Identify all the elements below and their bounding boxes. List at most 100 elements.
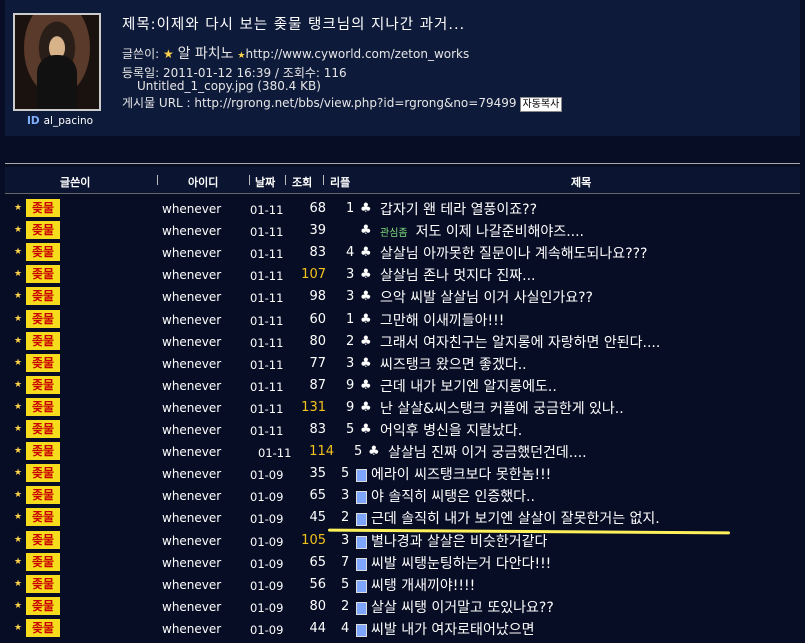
row-title[interactable]: 근데 솔직히 내가 보기엔 살살이 잘못한거는 없지. [371,508,660,528]
nick-badge[interactable]: 좆물 [26,530,60,549]
author-name[interactable]: 알 파치노 [178,46,234,62]
row-title[interactable]: 갑자기 왠 테라 열풍이죠?? [380,199,537,219]
nick-badge[interactable]: 좆물 [26,243,60,262]
table-row[interactable]: ★ 좆물 whenever 01-09 56 5 씨탱 개새끼야!!!! [0,574,805,596]
table-row[interactable]: ★ 좆물 whenever 01-11 77 3 ♣ 씨즈탱크 왔으면 좋겠다.. [0,353,805,375]
table-row[interactable]: ★ 좆물 whenever 01-11 80 2 ♣ 그래서 여자친구는 알지롱에 자랑하면 … [0,331,805,353]
row-title[interactable]: 별나경과 살살은 비슷한거같다 [371,531,547,551]
col-views: 조회 [292,176,313,189]
nick-badge[interactable]: 좆물 [26,265,60,284]
row-user-id[interactable]: whenever [162,290,221,304]
row-title[interactable]: 근데 내가 보기엔 알지롱에도.. [380,376,557,396]
table-row[interactable]: ★ 좆물 whenever 01-11 87 9 ♣ 근데 내가 보기엔 알지롱에도.. [0,375,805,397]
row-date: 01-11 [250,269,284,284]
row-user-id[interactable]: whenever [162,556,221,570]
nick-badge[interactable]: 좆물 [26,508,60,527]
row-title[interactable]: 난 살살&씨스탱크 커플에 궁금한게 있나.. [380,398,624,418]
nick-badge[interactable]: 좆물 [26,574,60,593]
row-user-id[interactable]: whenever [162,534,221,548]
row-user-id[interactable]: whenever [162,423,221,437]
level-star-icon: ★ [14,247,23,258]
row-title[interactable]: 씨탱 개새끼야!!!! [371,575,475,595]
copy-url-button[interactable]: 자동복사 [519,97,563,112]
nick-badge[interactable]: 좆물 [26,199,60,217]
row-title[interactable]: 살살님 아까못한 질문이나 계속해도되나요??? [380,243,647,263]
row-title[interactable]: 어익후 병신을 지랄났다. [380,420,522,440]
row-title[interactable]: 야 솔직히 씨탱은 인증했다.. [371,486,535,506]
row-title-text: 에라이 씨즈탱크보다 못한놈!!! [371,467,552,484]
row-title[interactable]: 에라이 씨즈탱크보다 못한놈!!! [371,464,551,484]
row-user-id[interactable]: whenever [162,489,221,503]
nick-badge[interactable]: 좆물 [26,618,60,637]
row-user-id[interactable]: whenever [162,578,221,592]
row-title[interactable]: 씨발 씨탱눈팅하는거 다안다!!! [371,553,551,573]
row-user-id[interactable]: whenever [162,467,221,481]
row-user-id[interactable]: whenever [162,313,221,327]
nick-badge[interactable]: 좆물 [26,375,60,394]
table-row[interactable]: ★ 좆물 whenever 01-11 39 ♣ 관심좀 저도 이제 나갈준비해야즈.... [0,220,805,242]
row-title[interactable]: 씨발 내가 여자로태어났으면 [371,619,534,639]
nick-badge[interactable]: 좆물 [26,221,60,240]
row-user-id[interactable]: whenever [162,379,221,393]
table-row[interactable]: ★ 좆물 whenever 01-11 114 5 ♣ 살살님 진짜 이거 궁금했던건데...… [0,441,805,463]
row-date: 01-09 [250,578,284,593]
row-title[interactable]: 그만해 이새끼들아!!! [380,310,504,330]
row-title[interactable]: 씨즈탱크 왔으면 좋겠다.. [380,354,527,374]
row-user-id[interactable]: whenever [162,202,221,216]
table-row[interactable]: ★ 좆물 whenever 01-09 65 7 씨발 씨탱눈팅하는거 다안다!!! [0,552,805,574]
table-row[interactable]: ★ 좆물 whenever 01-11 83 5 ♣ 어익후 병신을 지랄났다. [0,419,805,441]
nick-badge[interactable]: 좆물 [26,442,60,461]
table-row[interactable]: ★ 좆물 whenever 01-11 98 3 ♣ 으악 씨발 살살님 이거 사실인가요?? [0,286,805,308]
nick-badge[interactable]: 좆물 [26,486,60,505]
table-row[interactable]: ★ 좆물 whenever 01-11 83 4 ♣ 살살님 아까못한 질문이나 계속해도되나… [0,242,805,264]
table-row[interactable]: ★ 좆물 whenever 01-09 65 3 야 솔직히 씨탱은 인증했다.. [0,485,805,507]
row-replies: 2 [341,598,350,614]
row-title[interactable]: 으악 씨발 살살님 이거 사실인가요?? [380,287,593,307]
row-user-id[interactable]: whenever [162,622,221,636]
row-user-id[interactable]: whenever [162,401,221,415]
table-row[interactable]: ★ 좆물 whenever 01-11 131 9 ♣ 난 살살&씨스탱크 커플에 궁금한게 … [0,397,805,419]
row-user-id[interactable]: whenever [162,357,221,371]
row-replies: 3 [346,289,355,305]
row-replies: 7 [341,554,350,570]
nick-badge[interactable]: 좆물 [26,331,60,350]
row-title[interactable]: 살살님 진짜 이거 궁금했던건데.... [388,442,587,462]
nick-badge[interactable]: 좆물 [26,309,60,328]
row-title[interactable]: 살살 씨탱 이거말고 또있나요?? [371,597,554,617]
row-replies: 1 [346,201,355,216]
row-title[interactable]: 그래서 여자친구는 알지롱에 자랑하면 안된다.... [380,332,660,352]
level-star-icon: ★ [14,379,23,390]
table-row[interactable]: ★ 좆물 whenever 01-09 44 4 씨발 내가 여자로태어났으면 [0,618,805,640]
nick-badge[interactable]: 좆물 [26,420,60,438]
nick-badge[interactable]: 좆물 [26,596,60,615]
nick-badge[interactable]: 좆물 [26,552,60,571]
level-star-icon: ★ [14,600,23,611]
row-title[interactable]: 살살님 존나 멋지다 진짜... [380,265,536,285]
row-user-id[interactable]: whenever [162,511,221,525]
user-id[interactable]: al_pacino [44,115,93,127]
row-user-id[interactable]: whenever [162,246,221,260]
table-row[interactable]: ★ 좆물 whenever 01-11 68 1 ♣ 갑자기 왠 테라 열풍이죠?? [0,198,805,220]
club-icon: ♣ [360,422,372,437]
author-url[interactable]: http://www.cyworld.com/zeton_works [245,47,469,61]
row-user-id[interactable]: whenever [162,600,221,614]
level-star-icon: ★ [14,622,23,633]
attachment-link[interactable]: Untitled_1_copy.jpg (380.4 KB) [137,79,321,93]
row-user-id[interactable]: whenever [162,335,221,349]
nick-badge[interactable]: 좆물 [26,464,60,483]
nick-badge[interactable]: 좆물 [26,353,60,372]
table-row[interactable]: ★ 좆물 whenever 01-11 107 3 ♣ 살살님 존나 멋지다 진짜... [0,264,805,286]
row-user-id[interactable]: whenever [162,445,221,459]
table-row[interactable]: ★ 좆물 whenever 01-09 80 2 살살 씨탱 이거말고 또있나요?? [0,596,805,618]
row-title-text: 씨탱 개새끼야!!!! [371,577,476,594]
row-title[interactable]: 관심좀 저도 이제 나갈준비해야즈.... [380,221,584,241]
table-row[interactable]: ★ 좆물 whenever 01-11 60 1 ♣ 그만해 이새끼들아!!! [0,309,805,331]
nick-badge[interactable]: 좆물 [26,287,60,306]
table-row[interactable]: ★ 좆물 whenever 01-09 45 2 근데 솔직히 내가 보기엔 살살이 잘못한… [0,507,805,529]
level-star-icon: ★ [14,335,23,346]
row-user-id[interactable]: whenever [162,224,221,238]
table-row[interactable]: ★ 좆물 whenever 01-09 35 5 에라이 씨즈탱크보다 못한놈!!! [0,463,805,485]
row-user-id[interactable]: whenever [162,268,221,282]
nick-badge[interactable]: 좆물 [26,397,60,416]
author-photo[interactable] [13,13,101,111]
